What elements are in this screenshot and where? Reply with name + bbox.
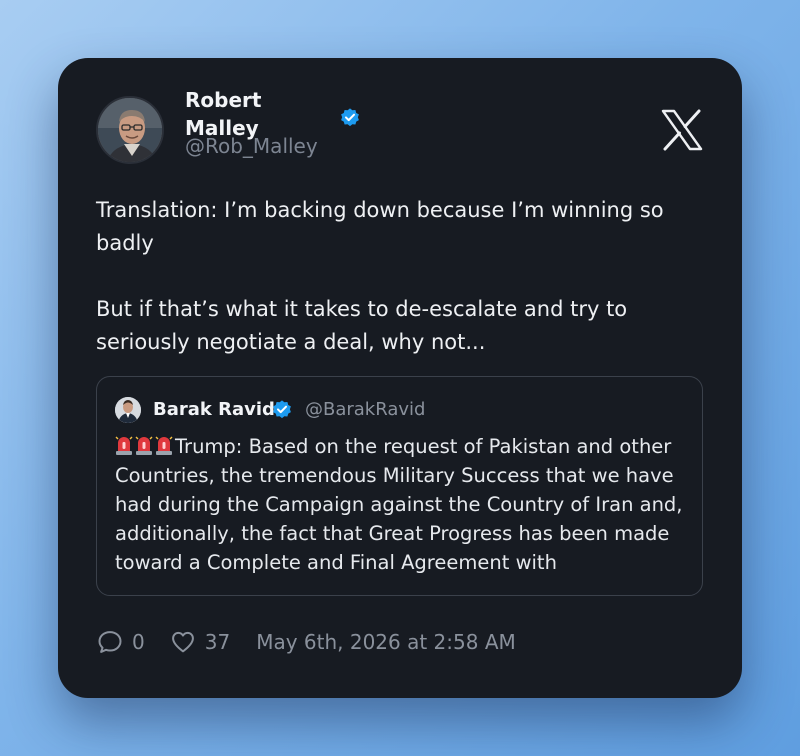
- like-stat[interactable]: 37: [169, 628, 230, 656]
- rotating-light-icon: [115, 436, 133, 455]
- quoted-tweet-body: Trump: Based on the request of Pakistan …: [115, 435, 683, 574]
- rotating-light-icon: [135, 436, 153, 455]
- tweet-footer: 0 37 May 6th, 2026 at 2:58 AM: [96, 626, 516, 658]
- verified-badge-icon: [341, 108, 359, 127]
- author-handle[interactable]: @Rob_Malley: [185, 132, 318, 160]
- tweet-text: Translation: I’m backing down because I’…: [96, 198, 664, 354]
- quoted-author-avatar-image: [115, 397, 141, 423]
- x-logo-icon[interactable]: [660, 108, 704, 152]
- quoted-verified-badge-icon: [273, 400, 291, 419]
- quoted-tweet[interactable]: Barak Ravid @BarakRavid Trump: Based on …: [96, 376, 703, 596]
- quoted-author-avatar[interactable]: [115, 397, 141, 423]
- reply-count: 0: [132, 630, 145, 654]
- author-avatar[interactable]: [96, 96, 164, 164]
- quoted-author-handle[interactable]: @BarakRavid: [305, 397, 425, 423]
- like-count: 37: [204, 630, 231, 654]
- author-avatar-image: [98, 98, 162, 162]
- quoted-author-name[interactable]: Barak Ravid: [153, 397, 275, 423]
- tweet-card: Robert Malley @Rob_Malley Translation: I…: [58, 58, 742, 698]
- rotating-light-icon: [155, 436, 173, 455]
- reply-stat[interactable]: 0: [96, 628, 145, 656]
- tweet-timestamp[interactable]: May 6th, 2026 at 2:58 AM: [256, 630, 516, 654]
- quoted-tweet-text: Trump: Based on the request of Pakistan …: [115, 432, 695, 577]
- reply-icon[interactable]: [96, 628, 124, 656]
- heart-icon[interactable]: [169, 628, 197, 656]
